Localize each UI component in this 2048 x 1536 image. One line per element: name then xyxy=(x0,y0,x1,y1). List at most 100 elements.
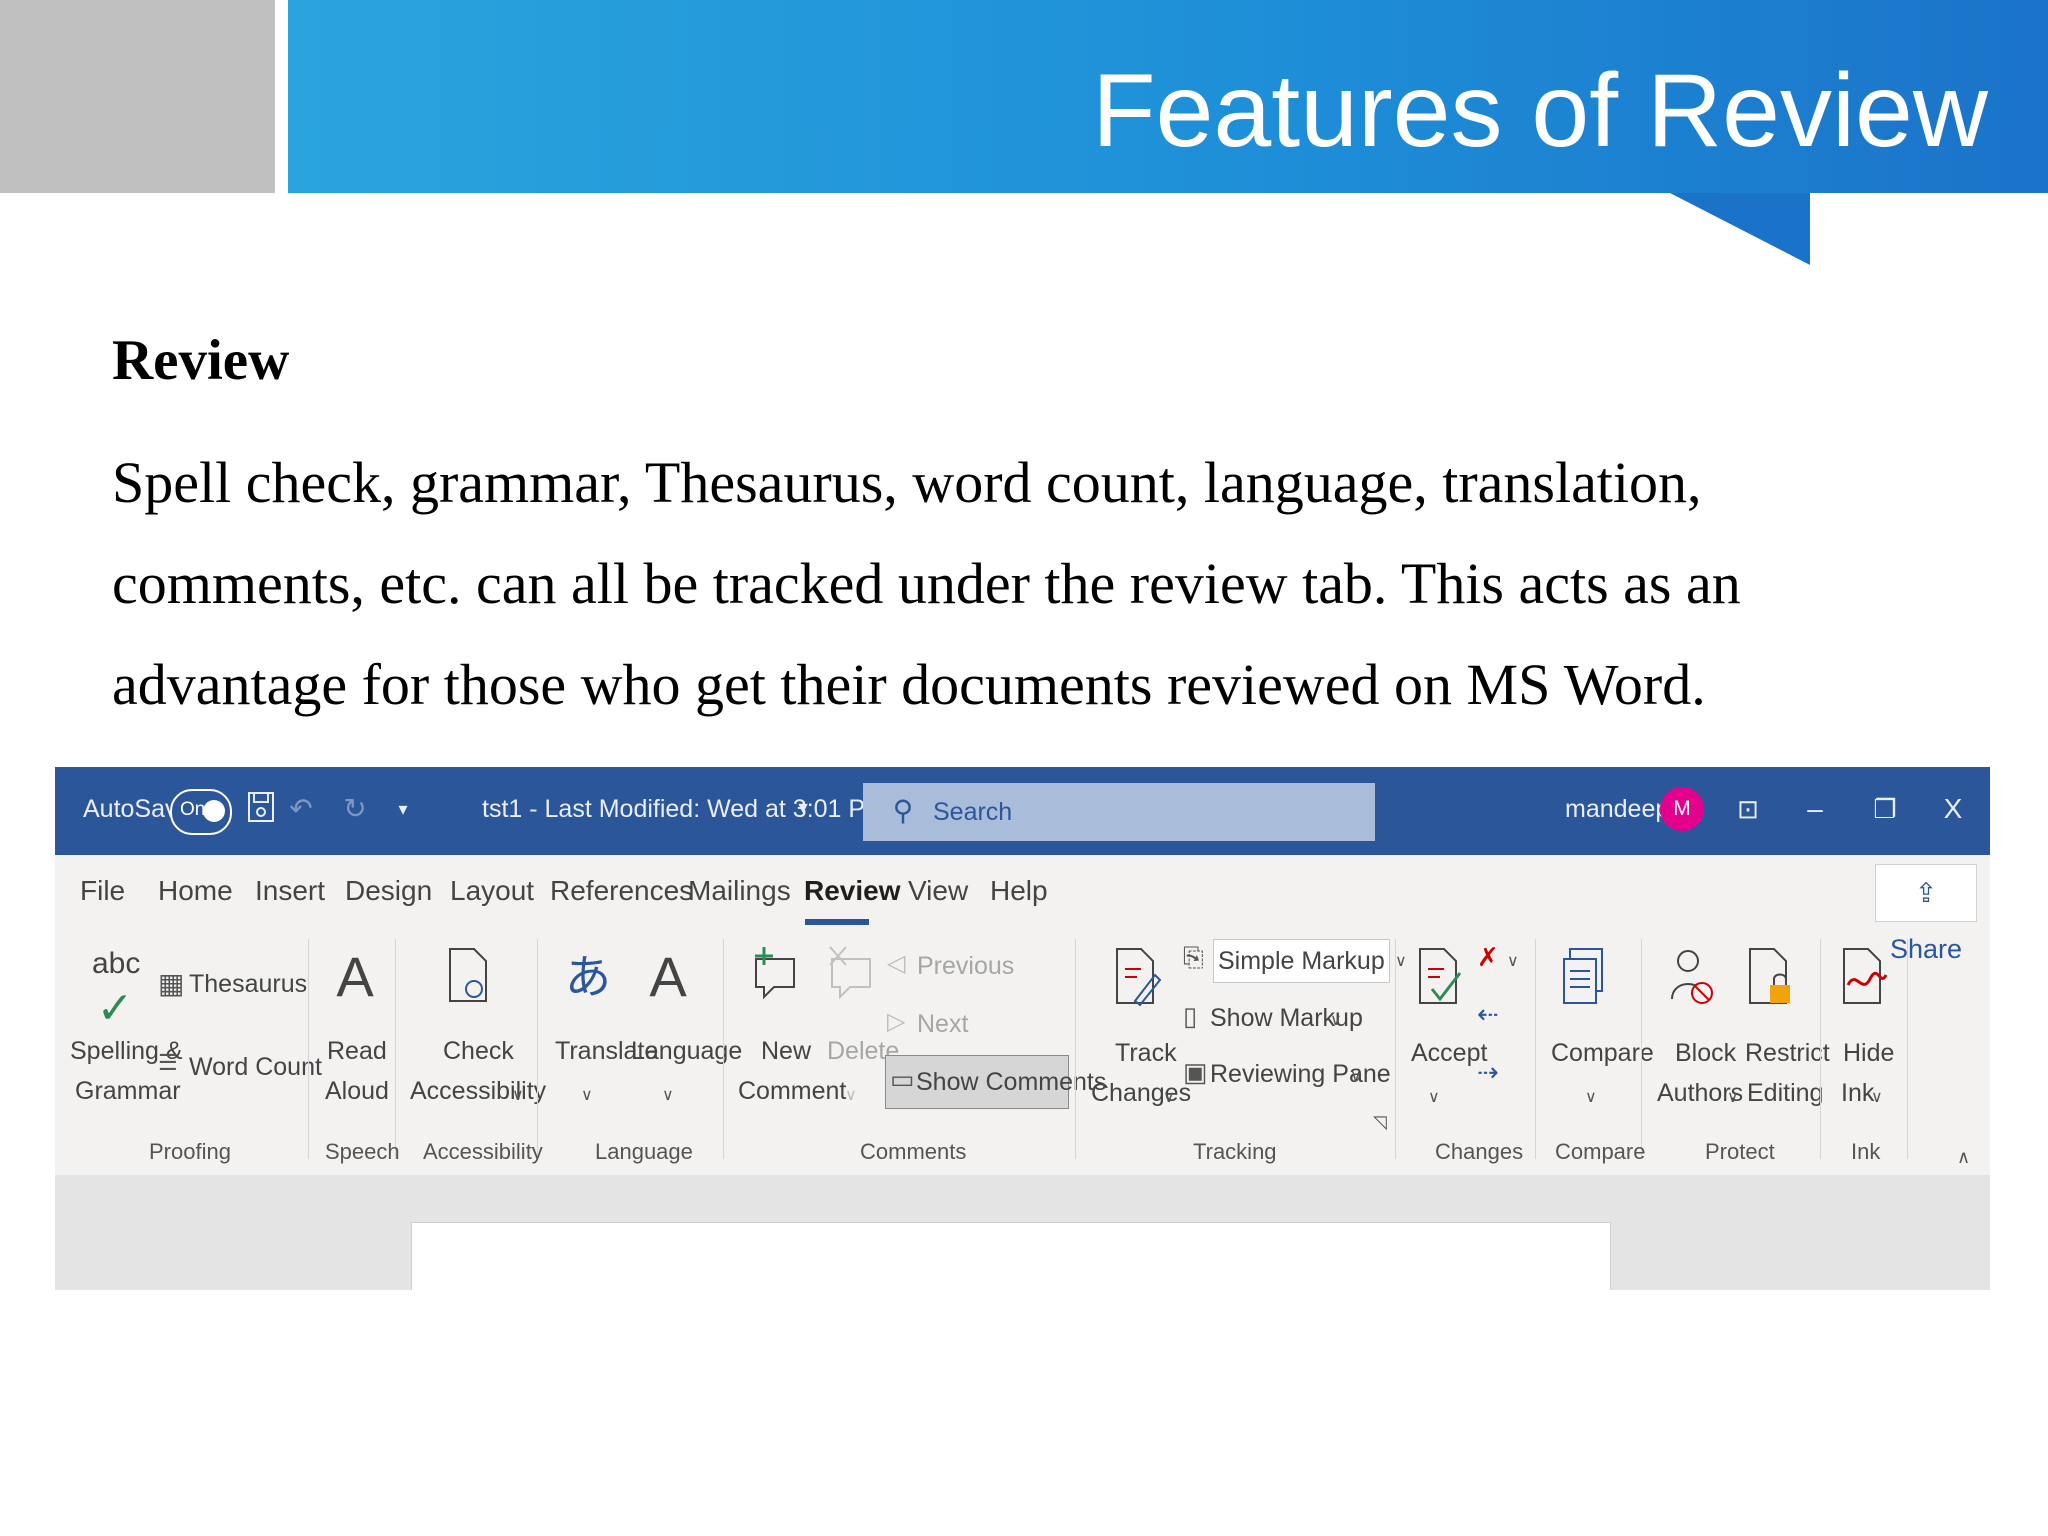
chevron-down-icon[interactable]: ∨ xyxy=(845,1085,857,1105)
show-comments-icon: ▭ xyxy=(890,1064,915,1094)
autosave-state: On xyxy=(180,799,206,820)
read-aloud-label-2[interactable]: Aloud xyxy=(325,1077,389,1106)
language-button[interactable]: Language xyxy=(631,1037,742,1066)
separator xyxy=(308,939,309,1159)
previous-change-icon[interactable]: ⇠ xyxy=(1477,999,1499,1030)
chevron-down-icon[interactable]: ∨ xyxy=(1585,1087,1597,1107)
group-label-comments: Comments xyxy=(860,1139,967,1164)
new-comment-label-1[interactable]: New xyxy=(761,1037,811,1066)
paragraph-line: advantage for those who get their docume… xyxy=(112,652,1706,717)
spelling-label-2[interactable]: Grammar xyxy=(75,1077,181,1106)
title-chevron-down-icon[interactable]: ▼ xyxy=(785,789,821,829)
separator xyxy=(395,939,396,1159)
autosave-toggle[interactable]: On xyxy=(170,789,232,835)
tab-mailings[interactable]: Mailings xyxy=(688,875,791,907)
hide-ink-label-2[interactable]: Ink xyxy=(1841,1079,1874,1108)
separator xyxy=(1907,939,1908,1159)
chevron-down-icon[interactable]: ∨ xyxy=(1350,1066,1362,1086)
restore-icon[interactable]: ❐ xyxy=(1867,789,1903,829)
new-comment-label-2[interactable]: Comment xyxy=(738,1077,846,1106)
separator xyxy=(1395,939,1396,1159)
chevron-down-icon[interactable]: ∨ xyxy=(581,1085,593,1105)
chevron-down-icon[interactable]: ∨ xyxy=(1395,951,1407,971)
tab-file[interactable]: File xyxy=(80,875,125,907)
block-authors-icon xyxy=(1665,945,1721,1020)
collapse-ribbon-icon[interactable]: ∧ xyxy=(1957,1147,1970,1168)
display-for-review-dropdown[interactable]: Simple Markup xyxy=(1213,939,1390,983)
chevron-down-icon[interactable]: ∨ xyxy=(1163,1087,1175,1107)
next-change-icon[interactable]: ⇢ xyxy=(1477,1057,1499,1088)
tab-design[interactable]: Design xyxy=(345,875,432,907)
redo-icon[interactable]: ↻ xyxy=(337,789,373,829)
next-comment-button[interactable]: Next xyxy=(917,1010,968,1039)
block-authors-label-1[interactable]: Block xyxy=(1675,1039,1736,1068)
save-icon[interactable] xyxy=(243,789,279,829)
tab-help[interactable]: Help xyxy=(990,875,1048,907)
tab-review[interactable]: Review xyxy=(804,875,901,907)
show-markup-icon: ▯ xyxy=(1183,1001,1198,1031)
accept-button[interactable]: Accept xyxy=(1411,1039,1487,1068)
track-changes-label-2[interactable]: Changes xyxy=(1091,1079,1191,1108)
next-comment-icon: ▷ xyxy=(887,1008,906,1035)
customize-toolbar-icon[interactable]: ▾ xyxy=(385,789,421,829)
active-tab-underline xyxy=(805,919,869,925)
restrict-editing-label-2[interactable]: Editing xyxy=(1747,1079,1823,1108)
chevron-down-icon[interactable]: ∨ xyxy=(1428,1087,1440,1107)
document-title[interactable]: tst1 - Last Modified: Wed at 3:01 PM xyxy=(482,795,886,824)
reject-icon[interactable]: ✗ xyxy=(1477,942,1499,973)
read-aloud-label-1[interactable]: Read xyxy=(327,1037,387,1066)
hide-ink-label-1[interactable]: Hide xyxy=(1843,1039,1894,1068)
ribbon-display-options-icon[interactable]: ⊡ xyxy=(1730,789,1766,829)
share-button[interactable]: ⇪ Share xyxy=(1875,864,1977,964)
chevron-down-icon[interactable]: ∨ xyxy=(1727,1087,1739,1107)
thesaurus-button[interactable]: Thesaurus xyxy=(189,970,307,999)
previous-comment-icon: ◁ xyxy=(887,950,906,977)
separator xyxy=(1535,939,1536,1159)
chevron-down-icon[interactable]: ∨ xyxy=(1507,951,1519,971)
chevron-down-icon[interactable]: ∨ xyxy=(662,1085,674,1105)
tab-insert[interactable]: Insert xyxy=(255,875,325,907)
word-count-button[interactable]: Word Count xyxy=(189,1053,322,1082)
separator xyxy=(1075,939,1076,1159)
compare-icon xyxy=(1557,945,1613,1020)
chevron-down-icon[interactable]: ∨ xyxy=(1330,1010,1342,1030)
tab-view[interactable]: View xyxy=(908,875,968,907)
show-comments-button[interactable]: ▭ Show Comments xyxy=(885,1055,1106,1109)
restrict-editing-label-1[interactable]: Restrict xyxy=(1745,1039,1830,1068)
chevron-down-icon[interactable]: ∨ xyxy=(1871,1087,1883,1107)
tab-layout[interactable]: Layout xyxy=(450,875,534,907)
tab-home[interactable]: Home xyxy=(158,875,233,907)
new-comment-icon xyxy=(747,945,803,1016)
ribbon-tabs: File Home Insert Design Layout Reference… xyxy=(55,855,1990,925)
search-box[interactable]: ⚲ Search xyxy=(863,783,1375,841)
chevron-down-icon[interactable]: ∨ xyxy=(512,1085,524,1105)
reviewing-pane-icon: ▣ xyxy=(1183,1057,1208,1087)
language-icon: A xyxy=(649,945,687,1008)
document-page[interactable] xyxy=(411,1222,1611,1290)
translate-icon: あ xyxy=(565,951,611,1003)
reviewing-pane-button[interactable]: Reviewing Pane xyxy=(1210,1060,1391,1089)
tracking-dialog-launcher-icon[interactable]: ◹ xyxy=(1373,1112,1387,1133)
track-changes-icon xyxy=(1110,945,1166,1020)
display-for-review-icon: ⎘ xyxy=(1183,942,1204,972)
check-accessibility-icon xyxy=(443,945,493,1016)
close-icon[interactable]: X xyxy=(1935,789,1971,829)
group-label-protect: Protect xyxy=(1705,1139,1775,1164)
separator xyxy=(537,939,538,1159)
check-accessibility-label-2[interactable]: Accessibility xyxy=(410,1077,546,1106)
avatar[interactable]: M xyxy=(1660,787,1704,831)
track-changes-label-1[interactable]: Track xyxy=(1115,1039,1177,1068)
banner-tail xyxy=(1670,193,1810,265)
check-accessibility-label-1[interactable]: Check xyxy=(443,1037,514,1066)
user-name[interactable]: mandeep xyxy=(1565,795,1669,824)
undo-icon[interactable]: ↶ xyxy=(283,789,319,829)
group-label-speech: Speech xyxy=(325,1139,400,1164)
compare-button[interactable]: Compare xyxy=(1551,1039,1654,1068)
body-paragraph: Spell check, grammar, Thesaurus, word co… xyxy=(112,432,1972,735)
minimize-icon[interactable]: – xyxy=(1797,789,1833,829)
tab-references[interactable]: References xyxy=(550,875,693,907)
group-label-changes: Changes xyxy=(1435,1139,1524,1164)
toggle-knob xyxy=(203,800,225,822)
group-label-proofing: Proofing xyxy=(149,1139,231,1164)
previous-comment-button[interactable]: Previous xyxy=(917,952,1014,981)
